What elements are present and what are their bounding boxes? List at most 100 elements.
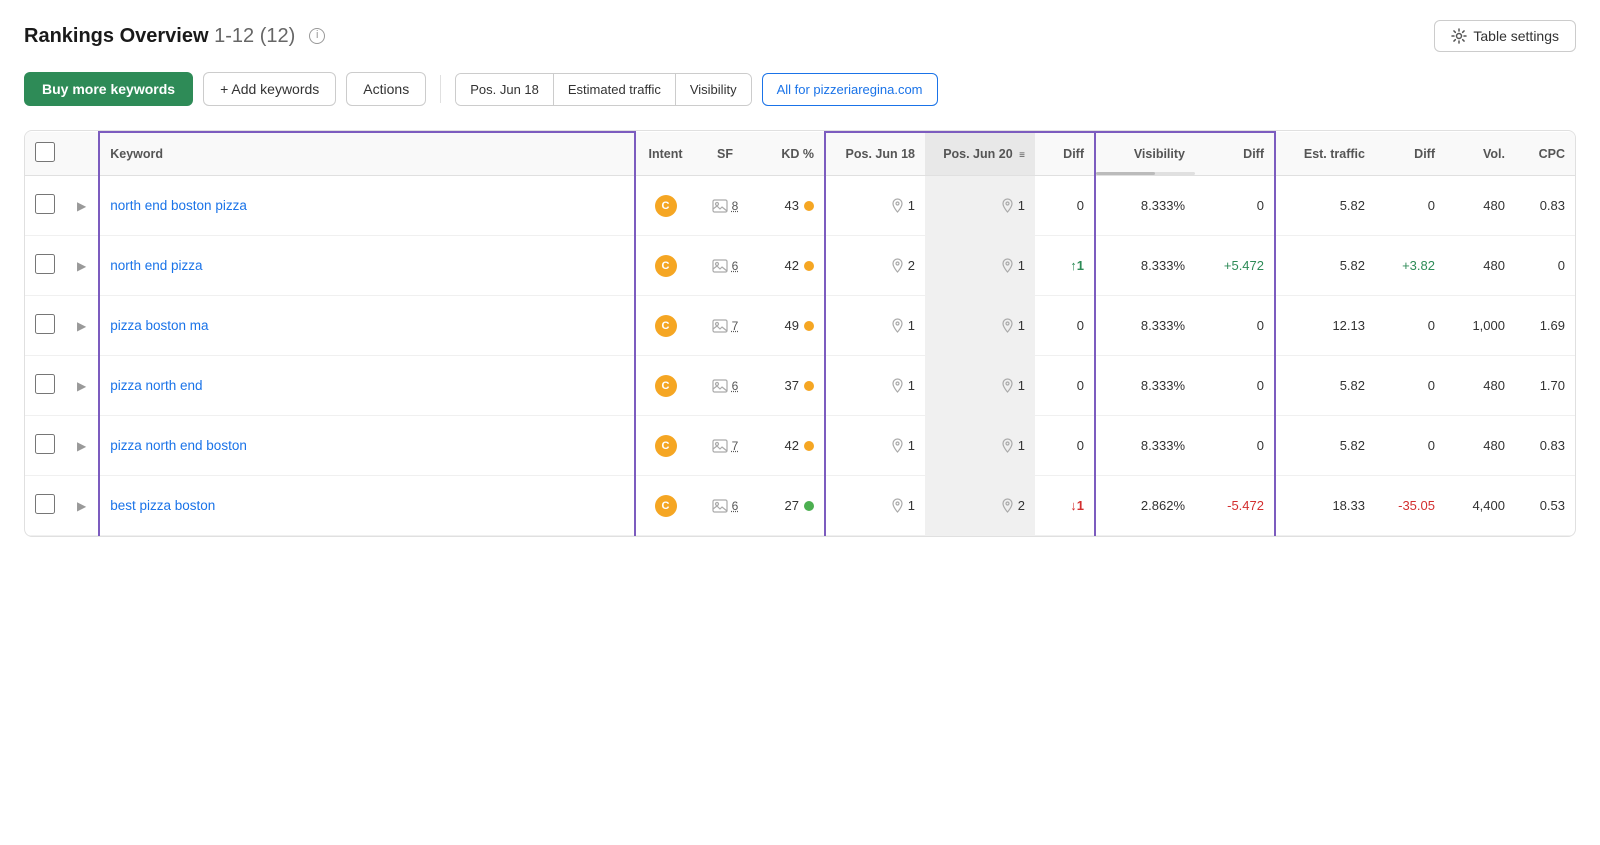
row-expand-cell: ▶ [65,416,99,476]
header-pos-jun20: Pos. Jun 20 ≡ [925,132,1035,176]
row-pos-jun18-cell: 1 [825,416,925,476]
expand-button[interactable]: ▶ [75,497,88,515]
cpc-value: 1.70 [1540,378,1565,393]
row-keyword-cell: pizza north end boston [99,416,635,476]
row-est-traffic-cell: 18.33 [1275,476,1375,536]
keyword-link[interactable]: best pizza boston [110,498,215,513]
est-traffic-value: 5.82 [1340,438,1365,453]
row-vis-diff-cell: -5.472 [1195,476,1275,536]
row-expand-cell: ▶ [65,476,99,536]
filter-traffic-button[interactable]: Estimated traffic [554,74,676,105]
row-checkbox-cell [25,356,65,416]
table-row: ▶ best pizza boston C 6 27 [25,476,1575,536]
info-icon[interactable]: i [309,28,325,44]
row-keyword-cell: north end pizza [99,236,635,296]
location-icon2 [1001,378,1014,393]
row-pos-jun18-cell: 1 [825,176,925,236]
expand-button[interactable]: ▶ [75,377,88,395]
header-intent: Intent [635,132,695,176]
row-cpc-cell: 1.69 [1515,296,1575,356]
row-est-traffic-cell: 5.82 [1275,356,1375,416]
et-diff-value: 0 [1428,318,1435,333]
row-pos-jun18-cell: 1 [825,476,925,536]
row-sf-cell: 8 [695,176,755,236]
header-sf: SF [695,132,755,176]
kd-number: 37 [785,378,799,393]
row-sf-cell: 6 [695,476,755,536]
row-et-diff-cell: 0 [1375,356,1445,416]
kd-dot [804,381,814,391]
table-row: ▶ pizza north end boston C 7 42 [25,416,1575,476]
buy-keywords-button[interactable]: Buy more keywords [24,72,193,106]
row-est-traffic-cell: 5.82 [1275,236,1375,296]
keyword-link[interactable]: north end pizza [110,258,202,273]
table-row: ▶ pizza north end C 6 37 [25,356,1575,416]
kd-value: 42 [765,258,814,273]
actions-button[interactable]: Actions [346,72,426,106]
cpc-value: 0.83 [1540,198,1565,213]
expand-button[interactable]: ▶ [75,197,88,215]
header-visibility: Visibility [1095,132,1195,176]
expand-button[interactable]: ▶ [75,317,88,335]
row-vis-diff-cell: 0 [1195,296,1275,356]
row-checkbox[interactable] [35,314,55,334]
sf-number: 6 [732,499,739,513]
keyword-link[interactable]: pizza boston ma [110,318,208,333]
table-wrapper: Keyword Intent SF KD % Pos. Jun 18 [24,130,1576,537]
est-traffic-value: 18.33 [1332,498,1365,513]
header-vis-diff: Diff [1195,132,1275,176]
row-keyword-cell: best pizza boston [99,476,635,536]
sf-number: 6 [732,379,739,393]
header-cpc: CPC [1515,132,1575,176]
filter-positions-button[interactable]: Pos. Jun 18 [456,74,554,105]
location-icon [891,498,904,513]
header-kd: KD % [755,132,825,176]
expand-button[interactable]: ▶ [75,437,88,455]
et-diff-value: 0 [1428,378,1435,393]
row-sf-cell: 6 [695,356,755,416]
row-vol-cell: 480 [1445,236,1515,296]
row-checkbox[interactable] [35,254,55,274]
row-cpc-cell: 0.83 [1515,416,1575,476]
pos-diff-value: ↑1 [1070,258,1084,273]
table-settings-button[interactable]: Table settings [1434,20,1576,52]
pos-jun20-value: 1 [935,198,1025,213]
et-diff-value: -35.05 [1398,498,1435,513]
row-checkbox[interactable] [35,494,55,514]
row-checkbox-cell [25,416,65,476]
header-pos-jun18: Pos. Jun 18 [825,132,925,176]
row-expand-cell: ▶ [65,296,99,356]
kd-number: 49 [785,318,799,333]
sf-value: 7 [705,319,745,333]
row-checkbox[interactable] [35,374,55,394]
row-kd-cell: 42 [755,236,825,296]
row-keyword-cell: pizza north end [99,356,635,416]
keyword-link[interactable]: pizza north end [110,378,202,393]
select-all-checkbox[interactable] [35,142,55,162]
keyword-link[interactable]: north end boston pizza [110,198,247,213]
row-checkbox[interactable] [35,194,55,214]
row-pos-jun20-cell: 1 [925,176,1035,236]
row-visibility-cell: 8.333% [1095,356,1195,416]
rankings-table: Keyword Intent SF KD % Pos. Jun 18 [25,131,1575,536]
filter-visibility-button[interactable]: Visibility [676,74,751,105]
pos-jun18-value: 1 [836,318,915,333]
row-checkbox[interactable] [35,434,55,454]
intent-badge: C [655,315,677,337]
row-vis-diff-cell: 0 [1195,356,1275,416]
row-intent-cell: C [635,416,695,476]
sort-icon[interactable]: ≡ [1019,150,1025,161]
expand-button[interactable]: ▶ [75,257,88,275]
pos-jun18-value: 1 [836,438,915,453]
cpc-value: 0.83 [1540,438,1565,453]
row-vis-diff-cell: 0 [1195,416,1275,476]
row-vol-cell: 480 [1445,176,1515,236]
keyword-link[interactable]: pizza north end boston [110,438,247,453]
pos-jun18-value: 1 [836,498,915,513]
row-cpc-cell: 1.70 [1515,356,1575,416]
add-keywords-button[interactable]: + Add keywords [203,72,336,106]
row-pos-jun20-cell: 1 [925,356,1035,416]
pos-jun20-number: 2 [1018,498,1025,513]
domain-filter-button[interactable]: All for pizzeriaregina.com [762,73,938,106]
row-sf-cell: 6 [695,236,755,296]
